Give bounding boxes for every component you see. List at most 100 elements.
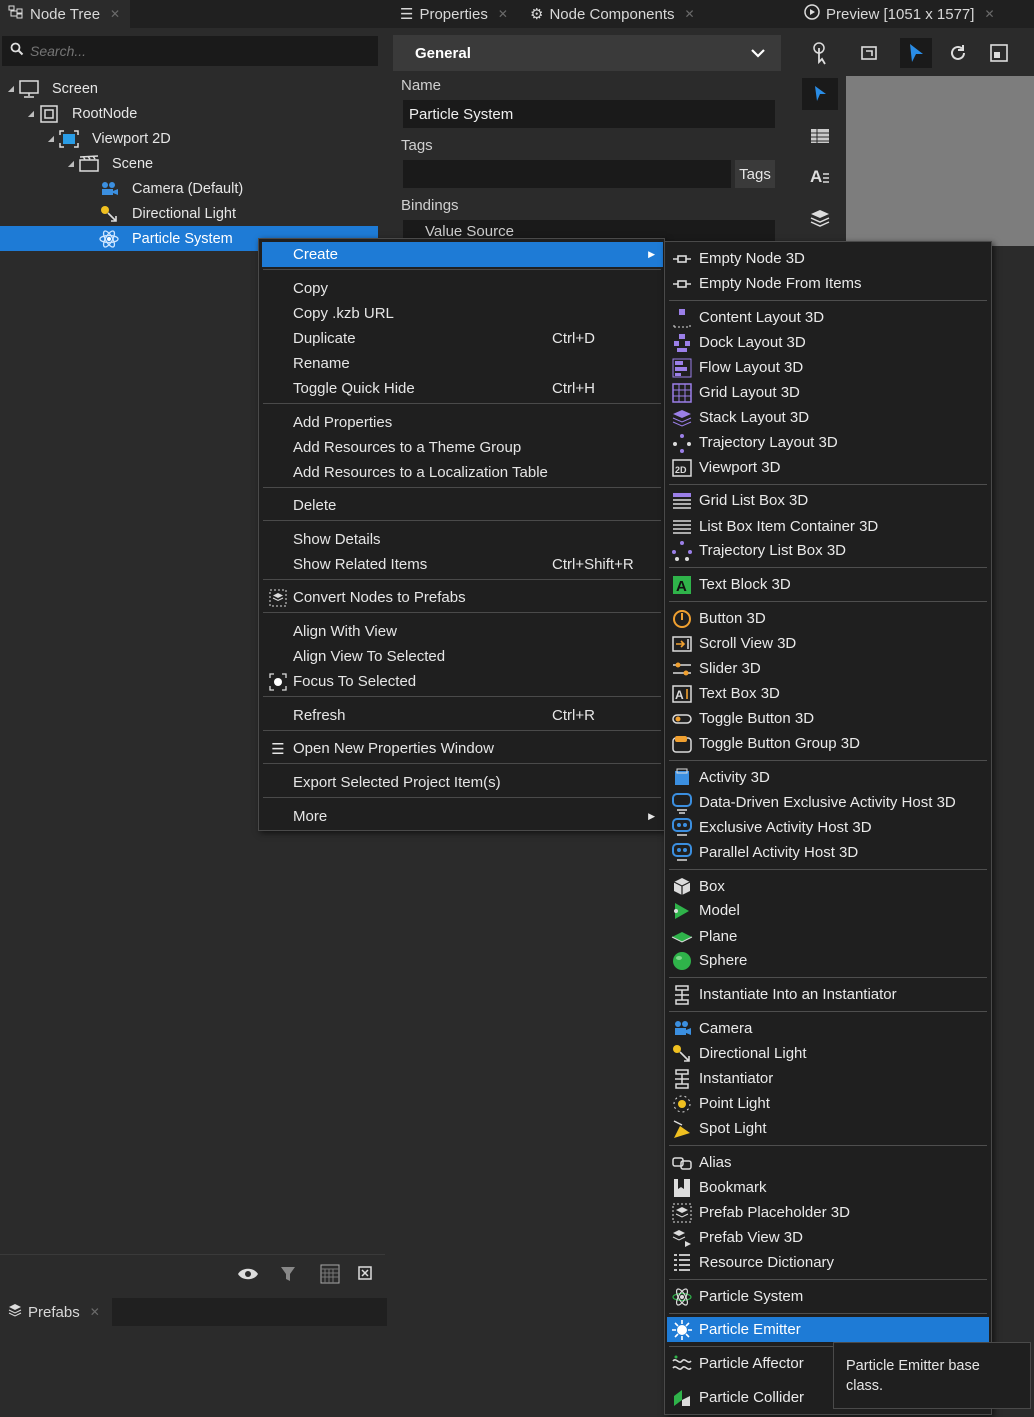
menu-item-convert-prefabs[interactable]: Convert Nodes to Prefabs [262, 585, 663, 610]
general-section-header[interactable]: General [393, 35, 781, 71]
tree-item-rootnode[interactable]: ◢ RootNode [0, 101, 378, 126]
tags-field[interactable] [403, 160, 731, 188]
preview-select-icon[interactable] [802, 78, 838, 110]
preview-canvas[interactable] [846, 76, 1034, 246]
filter-icon[interactable] [272, 1258, 304, 1290]
create-item-prefab-placeholder-3d[interactable]: Prefab Placeholder 3D [667, 1200, 989, 1225]
tab-node-components[interactable]: ⚙ Node Components ✕ [522, 0, 712, 28]
create-item-particle-emitter[interactable]: Particle Emitter [667, 1317, 989, 1342]
menu-item-copy[interactable]: Copy [262, 276, 663, 301]
create-item-instantiator[interactable]: Instantiator [667, 1066, 989, 1091]
expand-arrow-icon[interactable]: ◢ [44, 134, 58, 143]
menu-item-rename[interactable]: Rename [262, 351, 663, 376]
menu-item-focus-to-selected[interactable]: Focus To Selected [262, 669, 663, 694]
create-item-content-layout-3d[interactable]: Content Layout 3D [667, 305, 989, 330]
create-item-particle-system[interactable]: Particle System [667, 1284, 989, 1309]
create-item-dock-layout-3d[interactable]: Dock Layout 3D [667, 330, 989, 355]
transform-icon[interactable] [854, 38, 886, 68]
create-item-button-3d[interactable]: Button 3D [667, 606, 989, 631]
close-icon[interactable]: ✕ [984, 7, 994, 21]
tab-preview[interactable]: Preview [1051 x 1577] ✕ [796, 0, 1006, 28]
close-icon[interactable]: ✕ [90, 1305, 100, 1319]
create-item-flow-layout-3d[interactable]: Flow Layout 3D [667, 355, 989, 380]
tags-button[interactable]: Tags [735, 160, 775, 188]
menu-item-align-view-to-selected[interactable]: Align View To Selected [262, 644, 663, 669]
expand-arrow-icon[interactable]: ◢ [24, 109, 38, 118]
create-item-toggle-button-group-3d[interactable]: Toggle Button Group 3D [667, 731, 989, 756]
create-item-camera[interactable]: Camera [667, 1016, 989, 1041]
menu-item-refresh[interactable]: Refresh Ctrl+R [262, 703, 663, 728]
chevron-down-icon[interactable] [751, 45, 765, 62]
create-item-box[interactable]: Box [667, 874, 989, 899]
create-item-list-box-item-container-3d[interactable]: List Box Item Container 3D [667, 514, 989, 539]
menu-item-toggle-quick-hide[interactable]: Toggle Quick Hide Ctrl+H [262, 376, 663, 401]
create-item-prefab-view-3d[interactable]: Prefab View 3D [667, 1225, 989, 1250]
tree-item-directional-light[interactable]: Directional Light [0, 201, 378, 226]
menu-item-show-details[interactable]: Show Details [262, 527, 663, 552]
close-icon[interactable]: ✕ [685, 7, 695, 21]
menu-item-add-theme[interactable]: Add Resources to a Theme Group [262, 435, 663, 460]
close-icon[interactable]: ✕ [110, 7, 120, 21]
create-item-alias[interactable]: Alias [667, 1150, 989, 1175]
create-item-exclusive-activity-host-3d[interactable]: Exclusive Activity Host 3D [667, 815, 989, 840]
tree-item-screen[interactable]: ◢ Screen [0, 76, 378, 101]
tree-item-scene[interactable]: ◢ Scene [0, 151, 378, 176]
close-icon[interactable]: ✕ [498, 7, 508, 21]
create-item-plane[interactable]: Plane [667, 924, 989, 949]
expand-arrow-icon[interactable]: ◢ [4, 84, 18, 93]
create-item-resource-dictionary[interactable]: Resource Dictionary [667, 1250, 989, 1275]
create-item-trajectory-layout-3d[interactable]: Trajectory Layout 3D [667, 430, 989, 455]
create-item-scroll-view-3d[interactable]: Scroll View 3D [667, 631, 989, 656]
menu-item-align-with-view[interactable]: Align With View [262, 619, 663, 644]
rotate-icon[interactable] [942, 38, 974, 68]
visibility-eye-icon[interactable] [232, 1258, 264, 1290]
create-item-activity-3d[interactable]: Activity 3D [667, 765, 989, 790]
tab-prefabs[interactable]: Prefabs ✕ [0, 1298, 112, 1326]
create-item-text-box-3d[interactable]: A Text Box 3D [667, 681, 989, 706]
create-item-trajectory-list-box-3d[interactable]: Trajectory List Box 3D [667, 538, 989, 563]
create-item-viewport-3d[interactable]: 2D Viewport 3D [667, 455, 989, 480]
create-item-text-block-3d[interactable]: A Text Block 3D [667, 572, 989, 597]
tree-item-camera[interactable]: Camera (Default) [0, 176, 378, 201]
menu-item-more[interactable]: More ▶ [262, 804, 663, 829]
create-item-toggle-button-3d[interactable]: Toggle Button 3D [667, 706, 989, 731]
tab-node-tree[interactable]: Node Tree ✕ [0, 0, 130, 28]
interact-mode-icon[interactable] [804, 38, 836, 68]
create-item-spot-light[interactable]: Spot Light [667, 1116, 989, 1141]
create-item-parallel-activity-host-3d[interactable]: Parallel Activity Host 3D [667, 840, 989, 865]
create-item-data-driven-activity-host-3d[interactable]: Data-Driven Exclusive Activity Host 3D [667, 790, 989, 815]
create-item-point-light[interactable]: Point Light [667, 1091, 989, 1116]
table-icon[interactable] [802, 120, 838, 152]
menu-item-open-properties-window[interactable]: ☰ Open New Properties Window [262, 736, 663, 761]
create-item-grid-list-box-3d[interactable]: Grid List Box 3D [667, 488, 989, 513]
text-tool-icon[interactable]: A [802, 160, 838, 192]
create-item-model[interactable]: Model [667, 898, 989, 923]
scale-icon[interactable] [984, 38, 1014, 68]
select-arrow-icon[interactable] [900, 38, 932, 68]
search-input[interactable] [30, 43, 330, 59]
create-item-sphere[interactable]: Sphere [667, 948, 989, 973]
create-item-grid-layout-3d[interactable]: Grid Layout 3D [667, 380, 989, 405]
create-item-empty-node-from-items[interactable]: Empty Node From Items [667, 271, 989, 296]
tab-properties[interactable]: ☰ Properties ✕ [392, 0, 520, 28]
menu-item-add-properties[interactable]: Add Properties [262, 410, 663, 435]
create-item-slider-3d[interactable]: Slider 3D [667, 656, 989, 681]
create-item-instantiate-into-instantiator[interactable]: Instantiate Into an Instantiator [667, 982, 989, 1007]
tree-item-viewport-2d[interactable]: ◢ Viewport 2D [0, 126, 378, 151]
name-field[interactable]: Particle System [403, 100, 775, 128]
grid-toggle-icon[interactable] [314, 1258, 346, 1290]
expand-arrow-icon[interactable]: ◢ [64, 159, 78, 168]
menu-item-copy-url[interactable]: Copy .kzb URL [262, 301, 663, 326]
menu-item-delete[interactable]: Delete [262, 493, 663, 518]
menu-item-duplicate[interactable]: Duplicate Ctrl+D [262, 326, 663, 351]
create-item-bookmark[interactable]: Bookmark [667, 1175, 989, 1200]
menu-item-export[interactable]: Export Selected Project Item(s) [262, 770, 663, 795]
menu-item-add-localization[interactable]: Add Resources to a Localization Table [262, 460, 663, 485]
menu-item-create[interactable]: Create ▶ [262, 242, 663, 267]
create-item-directional-light[interactable]: Directional Light [667, 1041, 989, 1066]
create-item-stack-layout-3d[interactable]: Stack Layout 3D [667, 405, 989, 430]
layers-icon[interactable] [802, 202, 838, 234]
menu-item-show-related[interactable]: Show Related Items Ctrl+Shift+R [262, 552, 663, 577]
create-item-empty-node-3d[interactable]: Empty Node 3D [667, 246, 989, 271]
node-type-filter-icon[interactable] [352, 1258, 380, 1290]
